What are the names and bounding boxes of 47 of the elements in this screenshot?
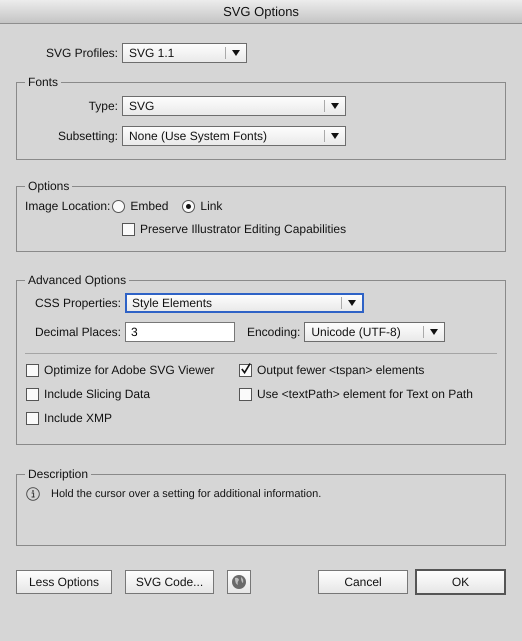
checkbox[interactable] (239, 388, 252, 400)
dropdown[interactable]: SVG (122, 96, 346, 116)
globe-button[interactable] (227, 570, 251, 594)
radio-button[interactable] (182, 200, 196, 212)
checkbox-label: Use <textPath> element for Text on Path (257, 387, 473, 401)
radio-label: Link (200, 199, 222, 213)
checkbox-label: Include Slicing Data (44, 387, 150, 401)
field-label: Type: (88, 99, 118, 113)
group-title: Description (27, 467, 90, 481)
dropdown[interactable]: Style Elements (125, 293, 364, 313)
globe-icon (231, 574, 247, 590)
caret-icon (430, 329, 438, 335)
group-title: Options (27, 179, 70, 193)
radio-button[interactable] (112, 200, 126, 212)
field-label: Decimal Places: (34, 325, 121, 339)
field-label: CSS Properties: (34, 296, 121, 310)
checkbox[interactable] (26, 412, 39, 424)
group-title: Advanced Options (27, 273, 128, 287)
dialog-button[interactable]: SVG Code... (125, 570, 214, 594)
field-label: Encoding: (247, 325, 300, 339)
checkbox-label: Preserve Illustrator Editing Capabilities (140, 222, 346, 236)
group-title: Fonts (27, 75, 60, 89)
caret-icon (331, 133, 339, 139)
dropdown[interactable]: None (Use System Fonts) (122, 126, 346, 146)
dropdown[interactable]: Unicode (UTF-8) (304, 322, 446, 342)
dialog-button[interactable]: OK (415, 569, 506, 595)
checkbox[interactable] (26, 364, 39, 376)
radio-label: Embed (130, 199, 168, 213)
dialog-button[interactable]: Less Options (16, 570, 112, 594)
caret-icon (232, 50, 240, 56)
input-field[interactable]: 3 (125, 322, 235, 342)
field-label: Subsetting: (56, 129, 118, 143)
dialog-button[interactable]: Cancel (318, 570, 408, 594)
field-label: Image Location: (25, 199, 110, 213)
checkbox-label: Include XMP (44, 411, 112, 425)
dropdown[interactable]: SVG 1.1 (122, 43, 247, 63)
caret-icon (331, 103, 339, 109)
checkbox-label: Optimize for Adobe SVG Viewer (44, 363, 215, 377)
window-title: SVG Options (223, 4, 299, 19)
description-text: Hold the cursor over a setting for additional information. (51, 488, 322, 500)
field-label: SVG Profiles: (44, 46, 118, 60)
checkbox[interactable] (26, 388, 39, 400)
caret-icon (348, 300, 356, 306)
checkbox[interactable] (122, 222, 135, 236)
checkbox-label: Output fewer <tspan> elements (257, 363, 424, 377)
checkbox[interactable] (239, 364, 252, 376)
info-icon (26, 487, 40, 501)
